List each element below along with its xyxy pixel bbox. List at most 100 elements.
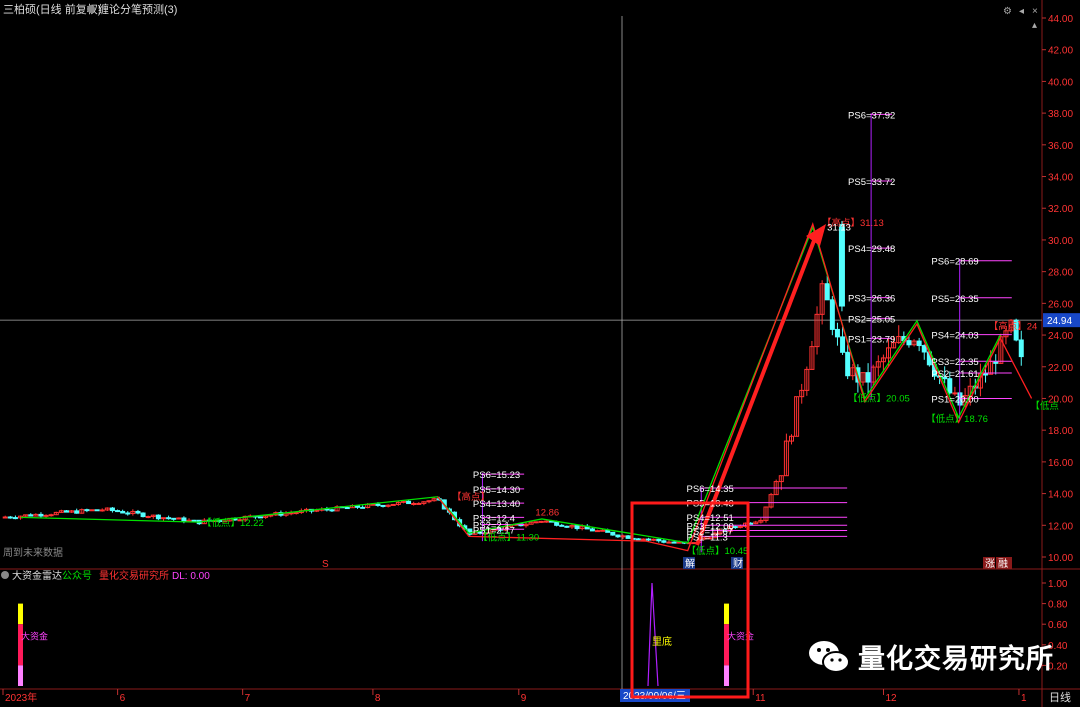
ps-label: 【低点】18.76 [926,413,988,425]
candle-body [166,517,172,520]
ps-label: PS1=23.79 [848,334,895,345]
y-tick-label: 38.00 [1048,109,1073,120]
indicator-icon [87,5,95,13]
candle-body [140,512,146,518]
candle-body [63,510,69,513]
timeframe-label: 日线 [1049,690,1071,704]
candle-body [416,502,422,505]
radar-bar-yellow [724,603,729,625]
y-tick-label: 28.00 [1048,268,1073,279]
candle-body [635,538,641,541]
candle-body [145,516,151,519]
x-tick-label: 2023年 [5,691,37,704]
candle-body [993,360,999,364]
ps-label: PS4=29.48 [848,244,895,255]
sub-dl: DL: 0.00 [172,571,210,582]
candle-body [380,504,386,507]
candle-body [666,541,672,544]
ps-label: PS2=25.05 [848,314,895,325]
candle-body [840,336,846,353]
ps-label: 【高点】24 [989,321,1038,333]
arrow-icon: ◂ [1019,6,1024,17]
ps-label: PS6=37.92 [848,110,895,121]
y-tick-label: 14.00 [1048,490,1073,501]
candle-body [829,299,835,330]
ps-label: PS6=28.69 [931,257,978,268]
candle-body [671,541,677,544]
candle-body [651,538,657,541]
candle-body [656,538,662,542]
candle-body [983,373,989,376]
x-tick-label: 6 [120,693,126,704]
candle-body [155,514,161,520]
candle-body [171,517,177,520]
candle-body [94,509,100,512]
candle-body [135,510,141,514]
y-tick-label: 22.00 [1048,363,1073,374]
candle-body [600,529,606,532]
price-label: 24.94 [1047,316,1072,327]
ps-label: PS6=15.23 [473,470,520,481]
ps-label: PS5=26.35 [931,294,978,305]
candle-body [605,529,611,533]
candle-body [640,538,646,541]
candle-body [48,514,54,517]
ps-label: 【高点】 [452,491,490,503]
candle-body [554,521,560,526]
candle-body [538,520,544,523]
ps-label: PS5=33.72 [848,177,895,188]
badge-jie: 解 [685,557,695,570]
candle-body [191,519,197,522]
ps-label: PS3=26.36 [848,294,895,305]
candle-body [344,507,350,510]
candle-body [406,500,412,505]
candle-body [615,534,621,538]
candle-body [594,530,600,533]
ps-label: 【低点】11.30 [478,531,539,543]
candle-body [661,540,667,543]
candle-body [620,535,626,538]
y-tick-label: 36.00 [1048,141,1073,152]
background [0,0,1080,707]
x-tick-label: 12 [885,693,897,704]
candle-body [610,531,616,536]
ps-label: PS6=14.35 [687,484,734,495]
center-label: 里底 [652,635,672,648]
y-tick-label: 12.00 [1048,521,1073,532]
stock-chart[interactable]: 10.0012.0014.0016.0018.0020.0022.0024.00… [0,0,1080,707]
y-tick-label: 34.00 [1048,173,1073,184]
sub-y-tick-label: 0.80 [1048,600,1068,611]
x-tick-label: 8 [375,693,381,704]
x-tick-label: 7 [245,693,251,704]
ps-label: 【低点】10.45 [687,545,749,557]
ps-label: PS4=24.03 [931,331,978,342]
y-tick-label: 24.00 [1048,331,1073,342]
candle-body [574,525,580,530]
x-tick-label: 11 [755,693,766,704]
candle-body [390,503,396,506]
y-tick-label: 44.00 [1048,14,1073,25]
radar-bar-pink [18,665,23,686]
ps-label: PS1=11.3 [687,532,728,543]
badge-cai: 财 [733,557,743,570]
badge-zi: 融 [998,558,1008,570]
x-tick-label: 9 [521,693,527,704]
wechat-icon [809,641,850,673]
radar-bar-label: 大资金 [727,631,754,642]
candle-body [74,510,80,514]
left-note: 周到未来数据 [3,546,63,559]
sub-y-tick-label: 1.00 [1048,579,1068,590]
candle-body [84,509,90,512]
candle-body [838,224,845,307]
candle-body [906,340,912,346]
y-tick-label: 42.00 [1048,46,1073,57]
candle-body [375,503,381,506]
radar-bar-pink [724,665,729,686]
candle-body [360,506,366,509]
ps-label: PS3=22.35 [931,357,978,368]
radar-bar-label: 大资金 [21,631,48,642]
indicator-name: 缠论分笔预测(3) [98,2,177,16]
candle-body [99,509,105,512]
ps-label: 【低点】20.05 [848,393,910,405]
candle-body [120,510,126,514]
